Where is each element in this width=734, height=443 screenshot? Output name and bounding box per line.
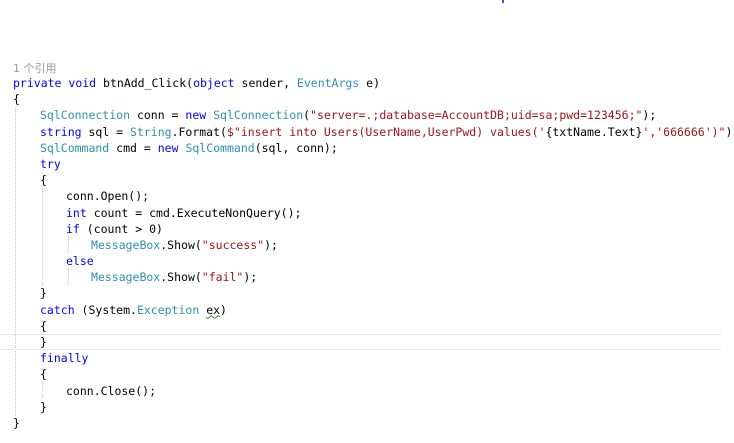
code-text: count = cmd.ExecuteNonQuery(); (86, 205, 302, 220)
code-text: sender, (234, 76, 297, 90)
code-text: ); (243, 270, 258, 285)
keyword: if (66, 221, 80, 236)
keyword: finally (40, 351, 89, 366)
method-name: btnAdd_Click( (103, 76, 194, 90)
string-literal: "server=.;database=AccountDB;uid=sa;pwd=… (310, 108, 643, 123)
code-line: { (13, 318, 728, 334)
code-text: conn.Open(); (66, 189, 150, 204)
code-text: ); (725, 124, 734, 139)
code-text: e) (359, 76, 381, 90)
code-line: } (13, 399, 728, 415)
type-name: EventArgs (296, 76, 360, 90)
code-line: MessageBox.Show("success"); (13, 237, 728, 253)
code-text: .Format( (171, 124, 227, 139)
brace: { (40, 367, 47, 382)
code-line: { (13, 172, 728, 188)
string-literal: ','666666')" (642, 124, 726, 139)
code-text: ); (264, 237, 278, 252)
code-block[interactable]: private void btnAdd_Click(object sender,… (0, 75, 734, 431)
brace: } (13, 415, 20, 430)
code-line: { (13, 91, 728, 107)
code-text: (sql, conn); (254, 140, 338, 155)
code-text: (count > 0) (79, 221, 163, 236)
string-literal: "success" (201, 237, 265, 252)
code-text: .Show( (160, 237, 202, 252)
code-text: sql = (81, 124, 131, 139)
code-editor[interactable]: 1 个引用 private void btnAdd_Click(object s… (0, 0, 734, 443)
type-name: SqlConnection (213, 108, 304, 123)
code-text: conn = (130, 108, 186, 123)
code-line: catch (System.Exception ex) (13, 302, 728, 318)
string-literal: "fail" (201, 270, 244, 285)
string-literal: $"insert into Users(UserName,UserPwd) va… (226, 124, 546, 139)
type-name: SqlConnection (40, 108, 131, 123)
current-line[interactable]: } (0, 334, 721, 351)
type-name: MessageBox (91, 270, 161, 285)
code-text: ); (642, 108, 657, 123)
code-line: else (13, 253, 728, 269)
brace: { (40, 173, 47, 188)
code-line: SqlConnection conn = new SqlConnection("… (13, 107, 728, 123)
code-line: try (13, 156, 728, 172)
code-line: conn.Close(); (13, 383, 728, 399)
code-line: { (13, 366, 728, 382)
keyword: void (68, 76, 97, 90)
code-text: .Show( (160, 270, 202, 285)
unused-variable: ex (206, 302, 221, 317)
code-line: finally (13, 350, 728, 366)
code-text: cmd = (109, 140, 158, 155)
code-line: } (13, 415, 728, 431)
code-line: if (count > 0) (13, 221, 728, 237)
brace: { (13, 92, 20, 107)
interpolation: {txtName.Text} (545, 124, 643, 139)
type-name: String (130, 124, 172, 139)
code-line: int count = cmd.ExecuteNonQuery(); (13, 205, 728, 221)
code-line: string sql = String.Format($"insert into… (13, 124, 734, 140)
keyword: object (193, 76, 235, 90)
brace: } (40, 286, 47, 301)
keyword: else (66, 254, 94, 269)
code-text: (System. (74, 302, 137, 317)
keyword: private (13, 76, 62, 90)
keyword: catch (40, 302, 75, 317)
scroll-marker (502, 0, 504, 3)
keyword: try (40, 156, 61, 171)
type-name: SqlCommand (40, 140, 110, 155)
code-line: private void btnAdd_Click(object sender,… (13, 75, 728, 91)
brace: } (40, 399, 47, 414)
type-name: Exception (136, 302, 200, 317)
code-line: conn.Open(); (13, 188, 728, 204)
keyword: string (40, 124, 82, 139)
keyword: new (157, 140, 179, 155)
code-line: MessageBox.Show("fail"); (13, 269, 728, 285)
codelens-references[interactable]: 1 个引用 (13, 60, 57, 76)
brace: { (40, 318, 47, 333)
code-text: conn.Close(); (66, 383, 157, 398)
keyword: new (185, 108, 207, 123)
type-name: SqlCommand (185, 140, 255, 155)
brace: } (40, 335, 47, 349)
type-name: MessageBox (91, 237, 161, 252)
keyword: int (66, 205, 87, 220)
code-text: ) (220, 302, 227, 317)
code-line: } (13, 285, 728, 301)
code-line: SqlCommand cmd = new SqlCommand(sql, con… (13, 140, 728, 156)
